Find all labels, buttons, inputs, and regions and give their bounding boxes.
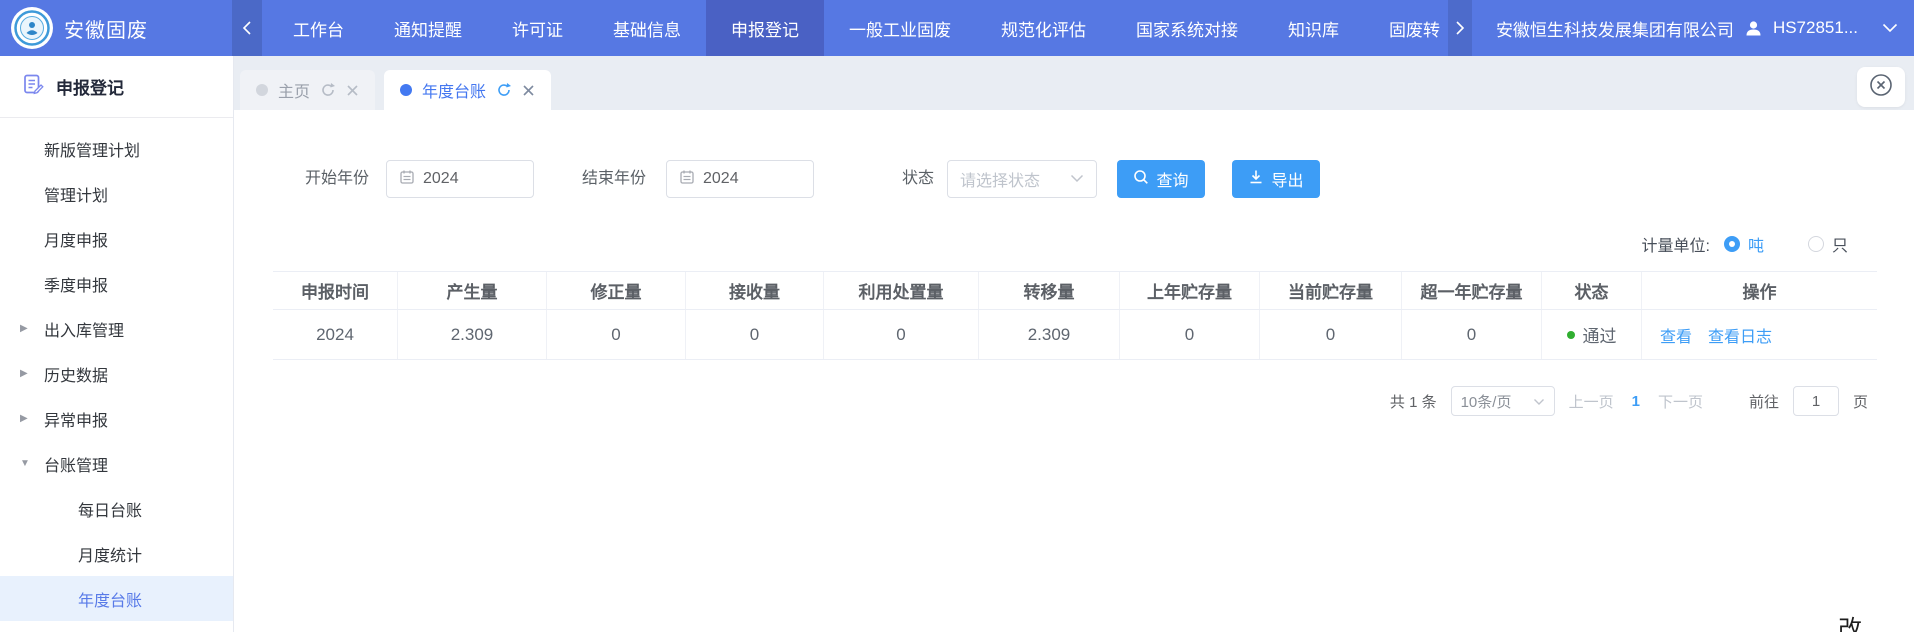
start-year-value: 2024 — [423, 170, 459, 188]
sidebar-collapse-button[interactable] — [232, 0, 262, 56]
table-row: 2024 2.309 0 0 0 2.309 0 0 0 通过 查看 查看日志 — [273, 310, 1877, 360]
nav-item-general-industrial-waste[interactable]: 一般工业固废 — [824, 0, 976, 56]
nav-item-knowledge-base[interactable]: 知识库 — [1263, 0, 1364, 56]
status-label: 状态 — [902, 160, 934, 198]
goto-suffix: 页 — [1853, 391, 1868, 412]
close-tab-icon[interactable] — [522, 84, 535, 97]
sidebar-menu: 新版管理计划 管理计划 月度申报 季度申报 ▶出入库管理 ▶历史数据 ▶异常申报… — [0, 118, 233, 621]
sidebar-item-daily-ledger[interactable]: 每日台账 — [0, 486, 233, 531]
status-select[interactable]: 请选择状态 — [947, 160, 1097, 198]
next-page-button[interactable]: 下一页 — [1658, 391, 1703, 412]
circled-close-icon — [1868, 72, 1894, 103]
tab-strip: 主页 年度台账 — [234, 56, 1914, 110]
collapsed-arrow-icon: ▶ — [20, 323, 28, 334]
status-placeholder: 请选择状态 — [960, 167, 1040, 191]
declaration-register-icon — [22, 73, 44, 100]
sidebar-item-annual-ledger[interactable]: 年度台账 — [0, 576, 233, 621]
refresh-icon[interactable] — [320, 82, 336, 98]
nav-item-declaration[interactable]: 申报登记 — [706, 0, 824, 56]
main-content: 开始年份 2024 结束年份 2024 状态 请选择状态 查询 导出 计量单位: — [234, 110, 1914, 632]
total-count: 共 1 条 — [1390, 391, 1437, 412]
start-year-label: 开始年份 — [305, 160, 369, 198]
nav-item-notifications[interactable]: 通知提醒 — [369, 0, 487, 56]
navbar-right: 安徽恒生科技发展集团有限公司 HS72851... — [1486, 0, 1914, 56]
nav-item-waste-transfer[interactable]: 固废转 — [1364, 0, 1448, 56]
radio-selected-icon — [1724, 236, 1740, 252]
chevron-down-icon — [1070, 170, 1084, 188]
search-icon — [1133, 169, 1149, 190]
search-button[interactable]: 查询 — [1117, 160, 1205, 198]
radio-unselected-icon — [1808, 236, 1824, 252]
sidebar-item-inout-warehouse[interactable]: ▶出入库管理 — [0, 306, 233, 351]
sidebar-item-monthly-declaration[interactable]: 月度申报 — [0, 216, 233, 261]
expanded-arrow-icon: ▼ — [20, 458, 30, 469]
collapsed-arrow-icon: ▶ — [20, 413, 28, 424]
nav-item-basic-info[interactable]: 基础信息 — [588, 0, 706, 56]
tab-status-dot — [256, 84, 268, 96]
sidebar-item-ledger-management[interactable]: ▼台账管理 — [0, 441, 233, 486]
nav-item-license[interactable]: 许可证 — [487, 0, 588, 56]
unit-option-piece[interactable]: 只 — [1808, 232, 1848, 256]
nav-item-workbench[interactable]: 工作台 — [268, 0, 369, 56]
status-badge: 通过 — [1542, 310, 1642, 359]
sidebar-item-quarterly-declaration[interactable]: 季度申报 — [0, 261, 233, 306]
sidebar-item-monthly-statistics[interactable]: 月度统计 — [0, 531, 233, 576]
unit-label: 计量单位: — [1642, 232, 1710, 256]
sidebar-item-management-plan[interactable]: 管理计划 — [0, 171, 233, 216]
end-year-label: 结束年份 — [582, 160, 646, 198]
open-tabs: 主页 年度台账 — [240, 70, 551, 110]
annual-ledger-table: 申报时间 产生量 修正量 接收量 利用处置量 转移量 上年贮存量 当前贮存量 超… — [273, 271, 1877, 360]
unit-option-ton[interactable]: 吨 — [1724, 232, 1764, 256]
download-icon — [1248, 169, 1264, 190]
close-tab-icon[interactable] — [346, 84, 359, 97]
export-button[interactable]: 导出 — [1232, 160, 1320, 198]
app-logo — [0, 0, 64, 56]
sidebar-item-history-data[interactable]: ▶历史数据 — [0, 351, 233, 396]
user-icon — [1744, 19, 1763, 38]
unit-selector: 计量单位: 吨 只 — [1642, 232, 1848, 256]
nav-scroll-right-button[interactable] — [1448, 0, 1472, 56]
page-size-select[interactable]: 10条/页 — [1451, 386, 1555, 416]
sidebar-item-abnormal-declaration[interactable]: ▶异常申报 — [0, 396, 233, 441]
calendar-icon — [399, 169, 415, 190]
start-year-input[interactable]: 2024 — [386, 160, 534, 198]
current-page[interactable]: 1 — [1628, 393, 1644, 410]
end-year-input[interactable]: 2024 — [666, 160, 814, 198]
refresh-icon[interactable] — [496, 82, 512, 98]
tab-home[interactable]: 主页 — [240, 70, 375, 110]
app-title: 安徽固废 — [64, 0, 214, 56]
chevron-down-icon — [1533, 393, 1545, 410]
nav-item-standardization-assessment[interactable]: 规范化评估 — [976, 0, 1111, 56]
prev-page-button[interactable]: 上一页 — [1569, 391, 1614, 412]
tab-status-dot — [400, 84, 412, 96]
floating-widget-fragment[interactable]: 改 — [1838, 609, 1862, 632]
primary-nav: 工作台 通知提醒 许可证 基础信息 申报登记 一般工业固废 规范化评估 国家系统… — [268, 0, 1448, 56]
sidebar-title: 申报登记 — [56, 74, 124, 99]
calendar-icon — [679, 169, 695, 190]
end-year-value: 2024 — [703, 170, 739, 188]
view-link[interactable]: 查看 — [1660, 323, 1692, 347]
user-menu-chevron-down-icon[interactable] — [1882, 23, 1898, 33]
goto-label: 前往 — [1749, 391, 1779, 412]
view-log-link[interactable]: 查看日志 — [1708, 323, 1772, 347]
collapsed-arrow-icon: ▶ — [20, 368, 28, 379]
company-name: 安徽恒生科技发展集团有限公司 — [1496, 16, 1734, 41]
sidebar: 申报登记 新版管理计划 管理计划 月度申报 季度申报 ▶出入库管理 ▶历史数据 … — [0, 56, 234, 632]
sidebar-header: 申报登记 — [0, 56, 233, 118]
status-dot-icon — [1567, 331, 1575, 339]
goto-page-input[interactable]: 1 — [1793, 386, 1839, 416]
top-navbar: 安徽固废 工作台 通知提醒 许可证 基础信息 申报登记 一般工业固废 规范化评估… — [0, 0, 1914, 56]
row-actions: 查看 查看日志 — [1642, 310, 1877, 359]
username: HS72851... — [1773, 18, 1858, 38]
sidebar-item-new-management-plan[interactable]: 新版管理计划 — [0, 126, 233, 171]
close-panel-button[interactable] — [1857, 67, 1905, 107]
nav-item-national-system[interactable]: 国家系统对接 — [1111, 0, 1263, 56]
tab-annual-ledger[interactable]: 年度台账 — [384, 70, 551, 110]
table-header-row: 申报时间 产生量 修正量 接收量 利用处置量 转移量 上年贮存量 当前贮存量 超… — [273, 272, 1877, 310]
pagination: 共 1 条 10条/页 上一页 1 下一页 前往 1 页 — [1390, 386, 1868, 416]
